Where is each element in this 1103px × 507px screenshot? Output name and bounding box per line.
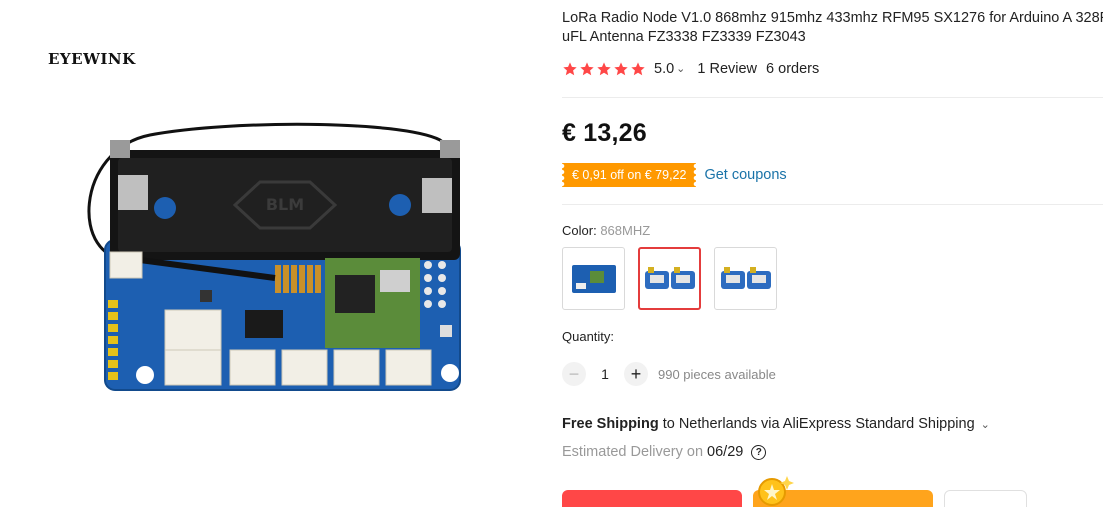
shipping-destination: to Netherlands via AliExpress Standard S… (662, 416, 975, 432)
wishlist-button[interactable] (944, 490, 1027, 507)
star-icon (597, 62, 611, 76)
coin-icon (758, 476, 794, 506)
product-title: LoRa Radio Node V1.0 868mhz 915mhz 433mh… (562, 10, 1103, 45)
two-boards-thumbnail-icon (644, 266, 695, 289)
swatch-single-board[interactable] (562, 247, 625, 310)
get-coupons-link[interactable]: Get coupons (704, 167, 786, 183)
coupon-row: € 0,91 off on € 79,22 Get coupons (562, 163, 787, 187)
divider (562, 97, 1103, 98)
color-swatches (562, 247, 777, 310)
star-icon (580, 62, 594, 76)
reviews-link[interactable]: 1 Review (697, 61, 757, 77)
estimated-delivery-label: Estimated Delivery on (562, 444, 704, 460)
star-icon (614, 62, 628, 76)
estimated-delivery: Estimated Delivery on 06/29 ? (562, 444, 767, 460)
pieces-available: 990 pieces available (658, 366, 776, 382)
board-thumbnail-icon (571, 264, 616, 293)
orders-count: 6 orders (766, 61, 820, 77)
buy-now-button[interactable] (562, 490, 742, 507)
color-label: Color: 868MHZ (562, 223, 650, 238)
svg-text:BLM: BLM (266, 195, 304, 214)
quantity-increase-button[interactable]: + (624, 362, 648, 386)
color-selected-value: 868MHZ (600, 223, 651, 238)
rating-stars[interactable] (562, 61, 646, 77)
rating-row: 5.0 ⌄ 1 Review 6 orders (562, 61, 819, 77)
product-gallery: EYEWINK BLM (0, 0, 545, 507)
divider (562, 204, 1103, 205)
product-price: € 13,26 (562, 119, 647, 147)
brand-logo: EYEWINK (48, 50, 136, 68)
chevron-down-icon[interactable]: ⌄ (981, 419, 990, 431)
color-label-text: Color: (562, 223, 597, 238)
help-icon[interactable]: ? (751, 444, 767, 460)
delivery-date: 06/29 (707, 444, 744, 460)
free-shipping-label: Free Shipping (562, 416, 659, 432)
swatch-two-boards-868[interactable] (638, 247, 701, 310)
quantity-input[interactable]: 1 (586, 366, 624, 382)
swatch-two-boards[interactable] (714, 247, 777, 310)
chevron-down-icon[interactable]: ⌄ (676, 62, 685, 75)
rating-value[interactable]: 5.0 (654, 61, 674, 77)
coupon-badge[interactable]: € 0,91 off on € 79,22 (562, 163, 697, 187)
quantity-label: Quantity: (562, 329, 615, 344)
star-icon (631, 62, 645, 76)
shipping-info[interactable]: Free Shipping to Netherlands via AliExpr… (562, 416, 990, 432)
quantity-decrease-button[interactable]: − (562, 362, 586, 386)
lora-pcb-board-image[interactable]: BLM (70, 110, 470, 400)
quantity-stepper: − 1 + 990 pieces available (562, 362, 776, 386)
star-icon (563, 62, 577, 76)
two-boards-thumbnail-icon (720, 266, 771, 289)
product-details: LoRa Radio Node V1.0 868mhz 915mhz 433mh… (562, 0, 1103, 507)
